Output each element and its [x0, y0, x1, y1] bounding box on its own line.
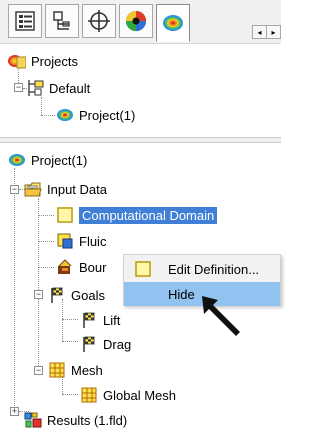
flow-simulation-icon [56, 106, 74, 124]
feature-tree-tab[interactable] [8, 4, 42, 38]
configuration-icon [26, 79, 44, 97]
mesh-collapse-toggle[interactable]: − [34, 366, 43, 375]
project-item[interactable]: Project(1) [56, 105, 135, 125]
flow-project-icon [8, 52, 26, 70]
tree-goal-drag-label: Drag [103, 336, 132, 352]
tree-goals-label: Goals [71, 287, 105, 303]
goal-flag-icon [80, 311, 98, 329]
project-item-label: Project(1) [79, 107, 136, 123]
flow-simulation-icon [163, 15, 183, 31]
appearance-sphere-icon [126, 11, 146, 31]
scroll-left-icon: ◂ [257, 27, 262, 37]
tree-fluid-subdomain[interactable]: Fluic [56, 231, 106, 251]
feature-tree-icon [15, 11, 35, 31]
input-data-collapse-toggle[interactable]: − [10, 185, 19, 194]
tree-mesh-label: Mesh [71, 362, 103, 378]
tree-goals[interactable]: Goals [48, 285, 105, 305]
tree-project[interactable]: Project(1) [8, 150, 87, 170]
computational-domain-icon [56, 206, 74, 224]
toolbar: ◂ ▸ [0, 0, 281, 44]
scroll-right-icon: ▸ [271, 27, 276, 37]
tree-global-mesh[interactable]: Global Mesh [80, 385, 176, 405]
flow-simulation-tab[interactable] [156, 4, 190, 42]
property-manager-icon [53, 11, 70, 30]
input-data-folder-icon [24, 180, 42, 198]
fluid-subdomain-icon [56, 232, 74, 250]
tree-project-label: Project(1) [31, 152, 88, 168]
property-tree-tab[interactable] [45, 4, 79, 38]
menu-edit-definition[interactable]: Edit Definition... [124, 257, 280, 281]
results-icon [24, 411, 42, 429]
mesh-icon [48, 361, 66, 379]
crosshair-icon [88, 10, 110, 32]
tree-mesh[interactable]: Mesh [48, 360, 103, 380]
tab-scroll-left[interactable]: ◂ [252, 25, 267, 39]
projects-panel: Projects − Default Project(1) [0, 45, 281, 137]
tree-global-mesh-label: Global Mesh [103, 387, 176, 403]
results-expand-toggle[interactable]: + [10, 407, 19, 416]
goals-flag-icon [48, 286, 66, 304]
tree-goal-lift-label: Lift [103, 312, 121, 328]
tree-results-label: Results (1.fld) [47, 412, 128, 428]
menu-hide-label: Hide [168, 286, 195, 302]
menu-edit-definition-label: Edit Definition... [168, 261, 260, 277]
goal-flag-icon [80, 335, 98, 353]
boundary-condition-icon [56, 258, 74, 276]
configuration-tab[interactable] [82, 4, 116, 38]
projects-root[interactable]: Projects [8, 51, 78, 71]
projects-root-label: Projects [31, 53, 78, 69]
tree-fluid-label: Fluic [79, 233, 107, 249]
tree-goal-drag[interactable]: Drag [80, 334, 131, 354]
display-tab[interactable] [119, 4, 153, 38]
mesh-icon [80, 386, 98, 404]
tree-input-data[interactable]: Input Data [24, 179, 107, 199]
tree-goal-lift[interactable]: Lift [80, 310, 120, 330]
tree-computational-domain-label: Computational Domain [79, 206, 218, 224]
goals-collapse-toggle[interactable]: − [34, 290, 43, 299]
tree-results[interactable]: Results (1.fld) [24, 410, 127, 430]
config-default-label: Default [49, 80, 91, 96]
tree-input-data-label: Input Data [47, 181, 107, 197]
config-default[interactable]: Default [26, 78, 90, 98]
tree-boundary-conditions[interactable]: Bour [56, 257, 106, 277]
pointer-arrow-icon [200, 294, 244, 341]
default-collapse-toggle[interactable]: − [14, 83, 23, 92]
flow-simulation-icon [8, 151, 26, 169]
tree-boundary-label: Bour [79, 259, 107, 275]
tree-computational-domain[interactable]: Computational Domain [56, 205, 218, 225]
computational-domain-icon [134, 260, 152, 281]
tab-scroll-right[interactable]: ▸ [266, 25, 281, 39]
panel-splitter[interactable]: ..... [0, 137, 281, 148]
